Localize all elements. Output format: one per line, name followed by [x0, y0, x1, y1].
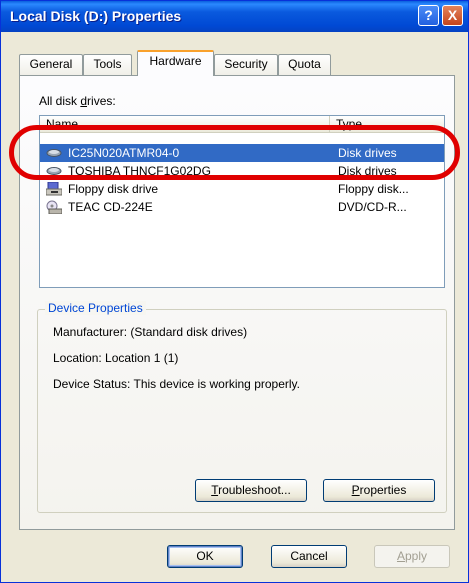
cancel-button[interactable]: Cancel: [271, 545, 347, 568]
hard-disk-icon: [46, 167, 62, 175]
apply-label: pply: [405, 549, 428, 563]
apply-button[interactable]: Apply: [374, 545, 450, 568]
ok-button[interactable]: OK: [167, 545, 243, 568]
properties-dialog: Local Disk (D:) Properties ? X General T…: [0, 0, 469, 583]
location-text: Location: Location 1 (1): [53, 351, 179, 365]
tab-security[interactable]: Security: [214, 54, 278, 75]
list-item-name: IC25N020ATMR04-0: [68, 146, 180, 160]
close-button[interactable]: X: [442, 5, 463, 26]
column-header-type[interactable]: Type: [330, 116, 444, 133]
manufacturer-text: Manufacturer: (Standard disk drives): [53, 325, 248, 339]
list-item-name: TEAC CD-224E: [68, 200, 153, 214]
title-bar[interactable]: Local Disk (D:) Properties ? X: [1, 1, 468, 32]
device-status-text: Device Status: This device is working pr…: [53, 377, 300, 391]
list-item-type: Disk drives: [338, 146, 397, 160]
all-disk-drives-label-suffix: rives:: [87, 94, 116, 108]
troubleshoot-button[interactable]: Troubleshoot...: [195, 479, 307, 502]
tab-tools[interactable]: Tools: [83, 54, 132, 75]
apply-mnemonic: A: [396, 549, 405, 563]
tab-hardware[interactable]: Hardware: [137, 50, 214, 76]
list-item-type: DVD/CD-R...: [338, 200, 407, 214]
tab-quota[interactable]: Quota: [278, 54, 331, 75]
list-item[interactable]: Floppy disk drive Floppy disk...: [40, 180, 444, 198]
device-properties-title: Device Properties: [45, 301, 146, 315]
list-item-type: Disk drives: [338, 164, 397, 178]
column-header-name[interactable]: Name: [40, 116, 330, 133]
list-item[interactable]: IC25N020ATMR04-0 Disk drives: [40, 144, 444, 162]
properties-label: roperties: [359, 483, 407, 497]
disk-drives-list[interactable]: Name Type IC25N020ATMR04-0 Disk drives T…: [39, 115, 445, 288]
list-item-name: Floppy disk drive: [68, 182, 159, 196]
floppy-drive-icon: [46, 182, 62, 196]
tab-general[interactable]: General: [19, 54, 83, 75]
troubleshoot-label: roubleshoot...: [218, 483, 291, 497]
list-item[interactable]: TEAC CD-224E DVD/CD-R...: [40, 198, 444, 216]
hard-disk-icon: [46, 149, 62, 157]
cd-drive-icon: [46, 200, 62, 214]
properties-mnemonic: P: [351, 483, 360, 497]
list-item-type: Floppy disk...: [338, 182, 409, 196]
properties-button[interactable]: Properties: [323, 479, 435, 502]
help-button[interactable]: ?: [418, 5, 439, 26]
list-item[interactable]: TOSHIBA THNCF1G02DG Disk drives: [40, 162, 444, 180]
all-disk-drives-label-prefix: All disk: [39, 94, 81, 108]
window-title: Local Disk (D:) Properties: [10, 8, 182, 24]
list-item-name: TOSHIBA THNCF1G02DG: [68, 164, 211, 178]
all-disk-drives-label: All disk drives:: [39, 94, 116, 108]
